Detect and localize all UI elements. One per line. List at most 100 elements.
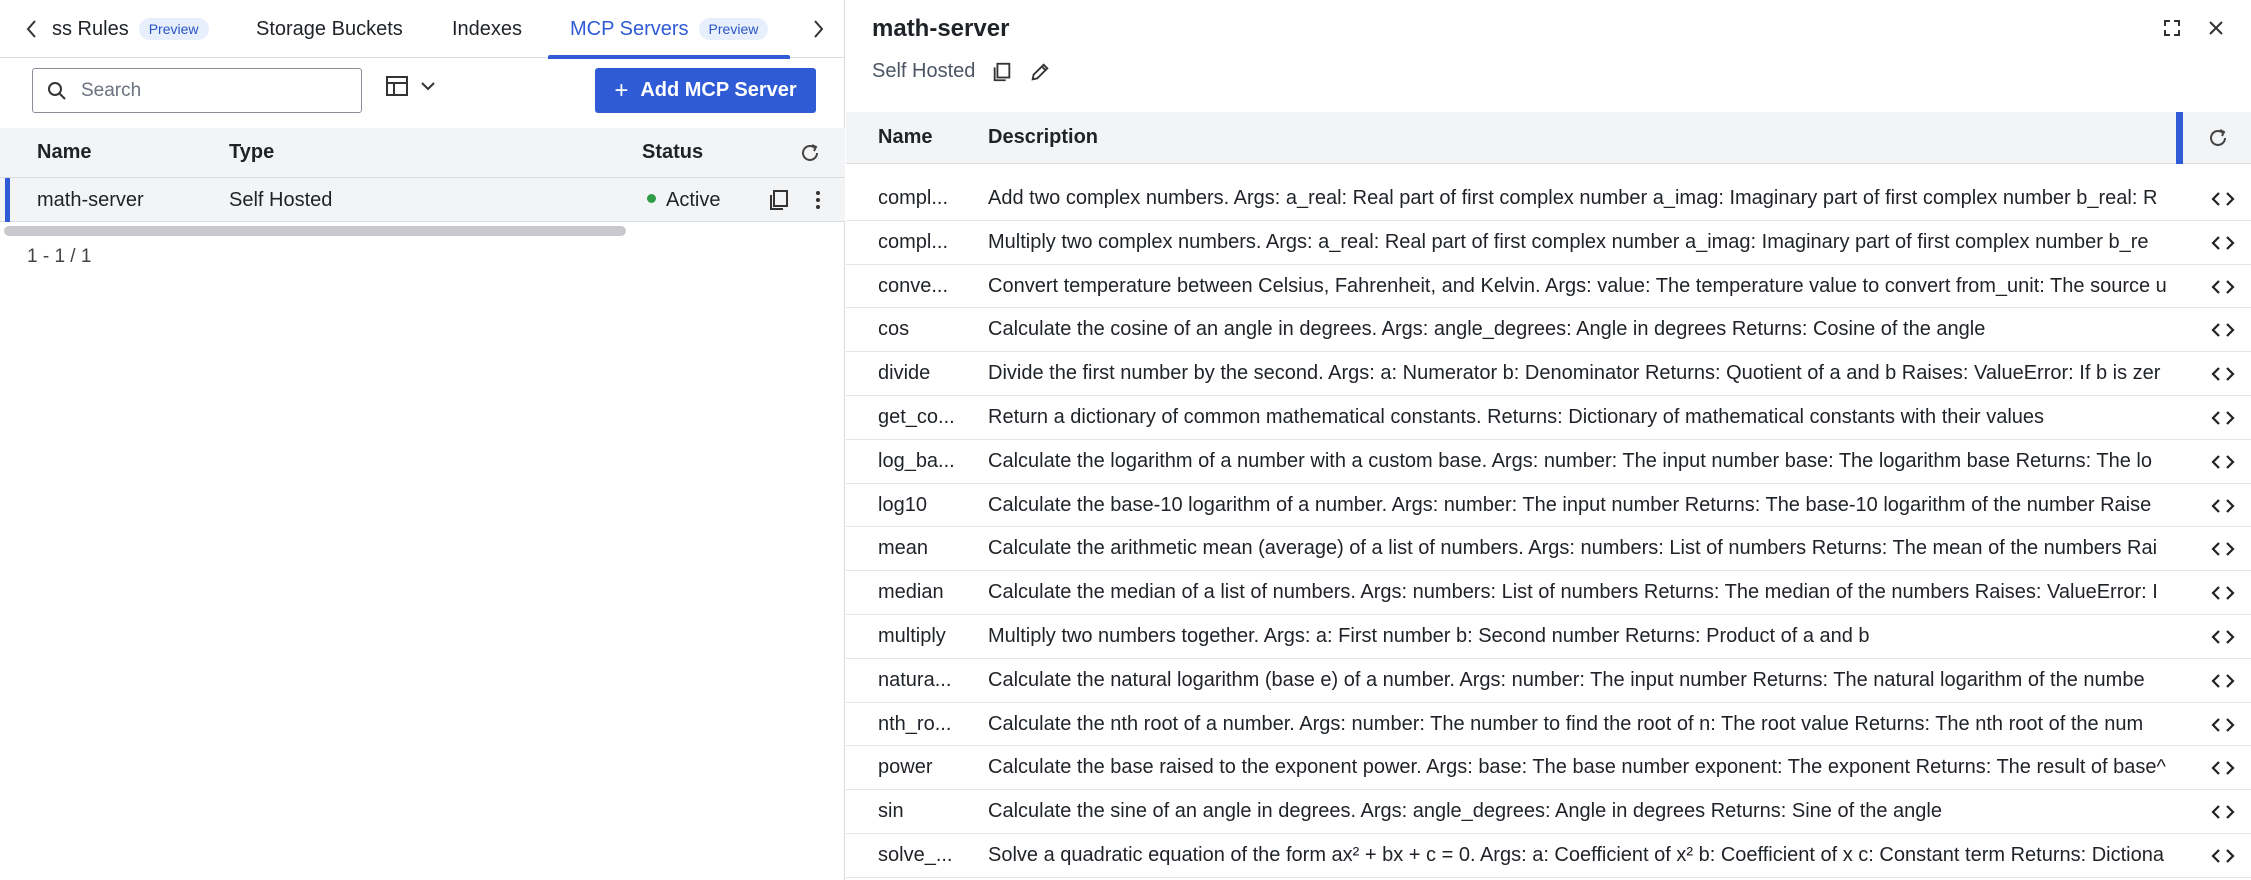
tool-description: Convert temperature between Celsius, Fah… [988,274,2167,297]
tool-description: Calculate the sine of an angle in degree… [988,800,1942,823]
tool-name: power [878,756,933,779]
table-row[interactable]: cos Calculate the cosine of an angle in d… [846,308,2251,353]
table-row[interactable]: compl... Multiply two complex numbers. Ar… [846,221,2251,265]
code-view-icon[interactable] [2210,582,2236,604]
horizontal-scrollbar[interactable] [4,226,626,236]
chevron-right-icon[interactable] [806,16,830,42]
status-text: Active [666,189,721,211]
column-header-description[interactable]: Description [988,126,1098,149]
code-view-icon[interactable] [2210,626,2236,648]
tool-name: compl... [878,187,949,209]
code-view-icon[interactable] [2210,319,2236,341]
code-view-icon[interactable] [2210,363,2236,385]
tool-description: Return a dictionary of common mathematic… [988,405,2045,428]
tool-description: Calculate the arithmetic mean (average) … [988,537,2158,560]
table-row[interactable]: sin Calculate the sine of an angle in deg… [846,790,2251,834]
tool-description: Calculate the base raised to the exponen… [988,756,2166,779]
table-row[interactable]: natura... Calculate the natural logarithm… [846,659,2251,703]
column-header-status[interactable]: Status [642,141,703,164]
tool-name: nth_ro... [878,712,952,735]
pagination-info: 1 - 1 / 1 [27,246,92,267]
code-view-icon[interactable] [2210,845,2236,867]
add-button-label: Add MCP Server [640,79,797,101]
code-view-icon[interactable] [2210,188,2236,210]
table-row[interactable]: log_ba... Calculate the logarithm of a nu… [846,440,2251,484]
tool-description: Multiply two complex numbers. Args: a_re… [988,230,2149,253]
refresh-icon[interactable] [2206,126,2230,150]
refresh-icon[interactable] [798,141,822,165]
code-view-icon[interactable] [2210,232,2236,254]
preview-badge: Preview [138,18,209,40]
table-row[interactable]: mean Calculate the arithmetic mean (avera… [846,527,2251,572]
table-row[interactable]: conve... Convert temperature between Cels… [846,265,2251,309]
table-row[interactable]: nth_ro... Calculate the nth root of a num… [846,703,2251,747]
column-header-name[interactable]: Name [37,141,91,164]
tab-label: Indexes [452,17,523,40]
copy-icon[interactable] [991,61,1013,83]
code-view-icon[interactable] [2210,495,2236,517]
table-row[interactable]: math-server Self Hosted Active [0,178,845,222]
close-icon[interactable] [2206,18,2226,38]
tool-description: Calculate the cosine of an angle in degr… [988,318,1986,341]
server-type-label: Self Hosted [872,60,976,82]
table-view-selector[interactable] [386,76,436,96]
table-row[interactable]: compl... Add two complex numbers. Args: a… [846,177,2251,221]
tool-name: natura... [878,668,952,691]
code-view-icon[interactable] [2210,451,2236,473]
tool-name: log10 [878,493,927,516]
table-row[interactable]: get_co... Return a dictionary of common m… [846,396,2251,440]
code-view-icon[interactable] [2210,801,2236,823]
tool-name: sin [878,800,904,823]
tool-name: conve... [878,274,949,297]
tab-bar: ss Rules Preview Storage Buckets Indexes… [0,0,845,59]
edit-pencil-icon[interactable] [1029,61,1051,83]
search-icon [48,81,66,100]
status-dot-icon [647,194,656,203]
code-view-icon[interactable] [2210,538,2236,560]
column-resize-handle[interactable] [2176,112,2183,164]
tool-name: cos [878,318,910,341]
preview-badge: Preview [698,18,769,40]
add-mcp-server-button[interactable]: + Add MCP Server [595,68,816,113]
table-row[interactable]: divide Divide the first number by the sec… [846,352,2251,396]
tab-mcp-servers[interactable]: MCP Servers Preview [548,0,791,59]
table-row[interactable]: log10 Calculate the base-10 logarithm of … [846,484,2251,528]
tool-description: Divide the first number by the second. A… [988,362,2161,385]
table-row[interactable]: median Calculate the median of a list of … [846,571,2251,615]
tab-indexes[interactable]: Indexes [452,0,522,58]
tab-label: ss Rules [52,17,129,40]
detail-subtitle: Self Hosted [872,60,1051,83]
expand-icon[interactable] [2162,18,2182,38]
tool-description: Add two complex numbers. Args: a_real: R… [988,187,2158,209]
tool-name: median [878,581,944,604]
chevron-left-icon[interactable] [20,16,44,42]
code-view-icon[interactable] [2210,757,2236,779]
tool-name: mean [878,537,929,560]
tool-description: Calculate the logarithm of a number with… [988,449,2152,472]
more-options-icon[interactable] [808,188,828,212]
code-view-icon[interactable] [2210,714,2236,736]
server-detail-panel: math-server Self Hosted Name Description… [846,0,2251,880]
tool-description: Solve a quadratic equation of the form a… [988,843,2164,866]
column-header-name[interactable]: Name [878,126,932,149]
tool-name: log_ba... [878,449,955,472]
tools-table-body: compl... Add two complex numbers. Args: a… [846,177,2251,878]
search-input[interactable] [81,79,331,102]
copy-icon[interactable] [767,188,791,212]
code-view-icon[interactable] [2210,670,2236,692]
selected-row-indicator [5,178,10,222]
server-table-header: Name Type Status [0,128,845,178]
table-row[interactable]: solve_... Solve a quadratic equation of t… [846,834,2251,878]
plus-icon: + [614,76,629,104]
column-header-type[interactable]: Type [229,141,274,164]
tab-access-rules[interactable]: ss Rules Preview [52,0,209,58]
tab-label: Storage Buckets [256,17,403,40]
tool-name: solve_... [878,843,953,866]
tab-storage-buckets[interactable]: Storage Buckets [256,0,403,58]
table-row[interactable]: multiply Multiply two numbers together. A… [846,615,2251,659]
code-view-icon[interactable] [2210,276,2236,298]
tool-name: divide [878,362,931,385]
code-view-icon[interactable] [2210,407,2236,429]
search-field[interactable] [32,68,362,113]
table-row[interactable]: power Calculate the base raised to the ex… [846,746,2251,791]
